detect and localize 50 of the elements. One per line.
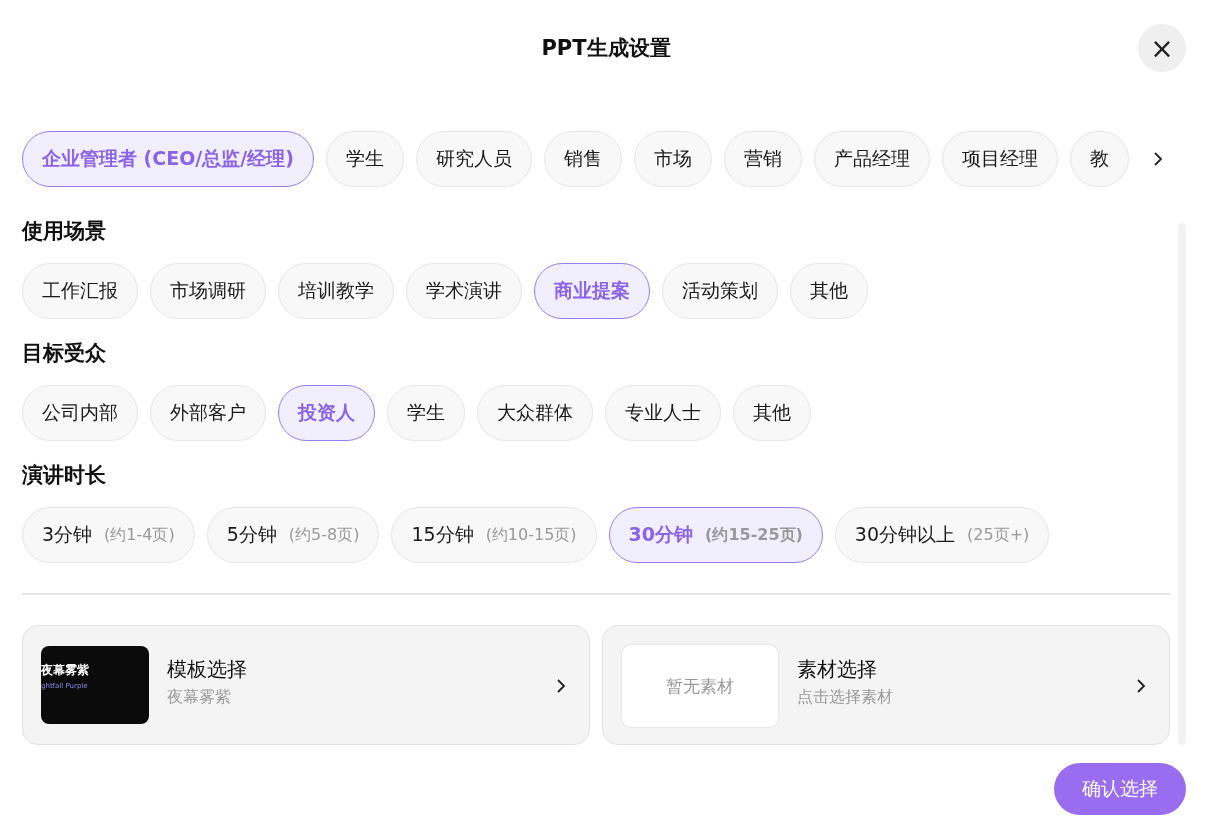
option-chip[interactable]: 学术演讲 [406,263,522,319]
option-chip[interactable]: 活动策划 [662,263,778,319]
option-hint: (约10-15页) [485,524,577,546]
option-label: 30分钟 [628,522,694,547]
role-chip[interactable]: 产品经理 [813,131,930,187]
close-button[interactable]: × [1138,24,1186,72]
empty-material-placeholder: 暂无素材 [621,644,779,728]
dialog-title: PPT生成设置 [541,35,671,62]
role-chip[interactable]: 研究人员 [415,131,532,187]
option-label: 30分钟以上 [854,522,956,547]
role-chip[interactable]: 学生 [325,131,404,187]
option-chip[interactable]: 商业提案 [534,263,650,319]
section-title: 使用场景 [22,218,107,245]
option-chip[interactable]: 其他 [733,385,811,441]
role-chip[interactable]: 企业管理者 (CEO/总监/经理) [22,131,314,187]
option-chip[interactable]: 外部客户 [150,385,266,441]
option-chip[interactable]: 30分钟 (约15-25页) [608,507,823,563]
option-chip[interactable]: 市场调研 [150,263,266,319]
option-hint: (约1-4页) [104,524,175,546]
option-chip[interactable]: 30分钟以上 (25页+) [834,507,1050,563]
option-label: 15分钟 [411,522,474,547]
option-label: 5分钟 [226,522,277,547]
option-chip[interactable]: 学生 [387,385,465,441]
option-chip[interactable]: 培训教学 [278,263,394,319]
picker-title: 素材选择 [797,656,878,683]
option-chip[interactable]: 15分钟 (约10-15页) [391,507,597,563]
option-chip[interactable]: 其他 [790,263,868,319]
role-chip[interactable]: 市场 [633,131,712,187]
option-chip[interactable]: 工作汇报 [22,263,138,319]
option-label: 3分钟 [42,522,93,547]
option-hint: (25页+) [967,524,1030,546]
role-chip[interactable]: 营销 [723,131,802,187]
picker-subtitle: 夜幕雾紫 [167,687,232,708]
confirm-button[interactable]: 确认选择 [1054,763,1186,815]
picker-card[interactable]: 暂无素材 素材选择 点击选择素材 [602,625,1170,745]
option-chip[interactable]: 5分钟 (约5-8页) [206,507,380,563]
option-hint: (约5-8页) [288,524,360,546]
option-hint: (约15-25页) [705,524,803,546]
role-chip[interactable]: 项目经理 [941,131,1058,187]
option-chip[interactable]: 投资人 [278,385,375,441]
option-chip[interactable]: 专业人士 [605,385,721,441]
picker-subtitle: 点击选择素材 [797,687,894,708]
picker-title: 模板选择 [167,656,248,683]
section-title: 演讲时长 [22,462,107,489]
option-chip[interactable]: 公司内部 [22,385,138,441]
section-title: 目标受众 [22,340,107,367]
option-chip[interactable]: 3分钟 (约1-4页) [22,507,195,563]
option-chip[interactable]: 大众群体 [477,385,593,441]
role-chip[interactable]: 教 [1069,131,1129,187]
role-chip[interactable]: 销售 [543,131,622,187]
